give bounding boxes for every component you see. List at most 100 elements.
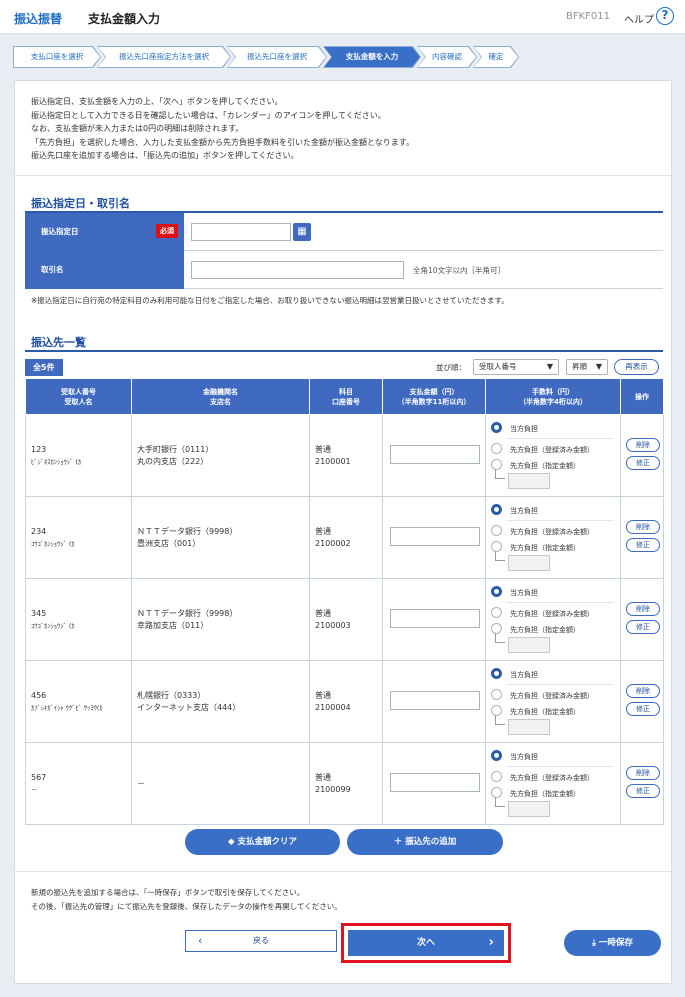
col-payee: 受取人番号 受取人名 <box>25 378 132 415</box>
back-button[interactable]: ‹ 戻る <box>185 930 337 952</box>
cell-bank: ＮＴＴデータ銀行（9998） 幸路加支店（011） <box>131 578 310 661</box>
edit-button[interactable]: 修正 <box>626 620 660 634</box>
add-payee-button[interactable]: ＋ 振込先の追加 <box>347 829 503 855</box>
amount-input[interactable] <box>390 609 480 628</box>
download-icon: ⤓ <box>592 938 599 948</box>
temp-save-button[interactable]: ⤓ 一時保存 <box>564 930 661 956</box>
cell-account: 普通 2100001 <box>309 414 383 497</box>
cell-actions: 削除 修正 <box>620 660 664 743</box>
cell-fee: 当方負担 先方負担（登録済み金額） 先方負担（指定金額） <box>485 496 621 579</box>
delete-button[interactable]: 削除 <box>626 684 660 698</box>
screen-code: BFKF011 <box>566 11 611 22</box>
fee-radio-registered[interactable] <box>491 607 502 618</box>
fee-radio-own[interactable] <box>491 586 502 597</box>
table-row: 456 ｶﾌﾞｼｷｶﾞｲｼｬ ｳｸﾞﾋﾞ ｻｯﾖｳ(ｶ 札幌銀行（0333） インター… <box>25 660 664 743</box>
fee-label-registered: 先方負担（登録済み金額） <box>510 528 594 536</box>
fee-label-registered: 先方負担（登録済み金額） <box>510 774 594 782</box>
fee-label-specified: 先方負担（指定金額） <box>510 790 580 798</box>
delete-button[interactable]: 削除 <box>626 766 660 780</box>
fee-radio-registered[interactable] <box>491 443 502 454</box>
fee-label-own: 当方負担 <box>510 589 538 597</box>
fee-amount-input[interactable] <box>508 555 550 571</box>
delete-button[interactable]: 削除 <box>626 438 660 452</box>
cell-actions: 削除 修正 <box>620 742 664 825</box>
section-title: 振込振替 <box>14 12 63 26</box>
amount-input[interactable] <box>390 691 480 710</box>
step-2: 振込先口座指定方法を選択 <box>97 46 231 68</box>
chevron-right-icon: › <box>488 935 494 950</box>
fee-amount-input[interactable] <box>508 637 550 653</box>
date-note: ※振込指定日に自行宛の特定科目のみ利用可能な日付をご指定した場合、お取り扱いでき… <box>31 296 509 305</box>
fee-radio-own[interactable] <box>491 750 502 761</box>
chevron-down-icon: ▼ <box>546 362 553 371</box>
fee-radio-registered[interactable] <box>491 771 502 782</box>
amount-input[interactable] <box>390 527 480 546</box>
cell-actions: 削除 修正 <box>620 496 664 579</box>
divider <box>15 871 671 872</box>
cell-amount <box>382 414 486 497</box>
top-bar: 振込振替 支払金額入力 BFKF011 ヘルプ ? <box>0 0 685 34</box>
next-button[interactable]: 次へ › <box>348 930 504 956</box>
name-hint: 全角10文字以内［半角可］ <box>413 266 506 275</box>
sort-field-select[interactable]: 受取人番号 ▼ <box>473 359 559 375</box>
edit-button[interactable]: 修正 <box>626 784 660 798</box>
chevron-down-icon: ▼ <box>595 362 602 371</box>
fee-radio-own[interactable] <box>491 504 502 515</box>
fee-radio-registered[interactable] <box>491 525 502 536</box>
fee-radio-own[interactable] <box>491 422 502 433</box>
transaction-name-input[interactable] <box>191 261 404 279</box>
delete-button[interactable]: 削除 <box>626 520 660 534</box>
step-3: 振込先口座を選択 <box>227 46 327 68</box>
help-icon[interactable]: ? <box>656 7 674 25</box>
cell-bank: 札幌銀行（0333） インターネット支店（444） <box>131 660 310 743</box>
total-count-badge: 全5件 <box>25 359 63 376</box>
calendar-icon[interactable]: ▦ <box>293 223 311 241</box>
cell-amount <box>382 742 486 825</box>
col-account: 科目 口座番号 <box>309 378 383 415</box>
fee-radio-registered[interactable] <box>491 689 502 700</box>
edit-button[interactable]: 修正 <box>626 456 660 470</box>
cell-amount <box>382 660 486 743</box>
fee-amount-input[interactable] <box>508 719 550 735</box>
instructions: 振込指定日、支払金額を入力の上、「次へ」ボタンを押してください。 振込指定日とし… <box>31 97 414 160</box>
cell-bank: 大手町銀行（0111） 丸の内支店（222） <box>131 414 310 497</box>
divider <box>15 175 671 176</box>
step-5: 内容確認 <box>417 46 477 68</box>
col-actions: 操作 <box>620 378 664 415</box>
fee-amount-input[interactable] <box>508 801 550 817</box>
cell-payee: 234 ｺｳｺﾞｶﾝｼｮｳｼﾞ (ｶ <box>25 496 132 579</box>
fee-label-registered: 先方負担（登録済み金額） <box>510 610 594 618</box>
cell-payee: 345 ｺｳｺﾞｶﾝｼｮｳｼﾞ (ｶ <box>25 578 132 661</box>
label-transaction-name: 取引名 <box>25 251 184 289</box>
delete-button[interactable]: 削除 <box>626 602 660 616</box>
col-amount: 支払金額（円） （半角数字11桁以内） <box>382 378 486 415</box>
cell-payee: 567 － <box>25 742 132 825</box>
table-header-row: 受取人番号 受取人名 金融機関名 支店名 科目 口座番号 支払金額（円） （半角数字11… <box>25 378 664 415</box>
transfer-date-input[interactable] <box>191 223 291 241</box>
page-title: 支払金額入力 <box>88 12 161 26</box>
help-link[interactable]: ヘルプ <box>624 11 654 26</box>
fee-label-own: 当方負担 <box>510 507 538 515</box>
fee-label-registered: 先方負担（登録済み金額） <box>510 692 594 700</box>
col-fee: 手数料（円） （半角数字4桁以内） <box>485 378 621 415</box>
cell-amount <box>382 578 486 661</box>
cell-bank: － <box>131 742 310 825</box>
clear-amount-button[interactable]: ◆ 支払金額クリア <box>185 829 340 855</box>
table-row: 345 ｺｳｺﾞｶﾝｼｮｳｼﾞ (ｶ ＮＴＴデータ銀行（9998） 幸路加支店（011… <box>25 578 664 661</box>
edit-button[interactable]: 修正 <box>626 538 660 552</box>
sort-order-select[interactable]: 昇順 ▼ <box>566 359 608 375</box>
amount-input[interactable] <box>390 445 480 464</box>
redisplay-button[interactable]: 再表示 <box>614 359 659 375</box>
section-title-payees: 振込先一覧 <box>31 336 86 349</box>
step-1: 支払口座を選択 <box>13 46 101 68</box>
edit-button[interactable]: 修正 <box>626 702 660 716</box>
fee-radio-own[interactable] <box>491 668 502 679</box>
cell-fee: 当方負担 先方負担（登録済み金額） 先方負担（指定金額） <box>485 578 621 661</box>
fee-label-own: 当方負担 <box>510 425 538 433</box>
fee-amount-input[interactable] <box>508 473 550 489</box>
cell-actions: 削除 修正 <box>620 578 664 661</box>
amount-input[interactable] <box>390 773 480 792</box>
cell-account: 普通 2100099 <box>309 742 383 825</box>
footer-note: 新規の振込先を追加する場合は、「一時保存」ボタンで取引を保存してください。 その… <box>31 888 342 911</box>
plus-icon: ＋ <box>393 837 406 847</box>
